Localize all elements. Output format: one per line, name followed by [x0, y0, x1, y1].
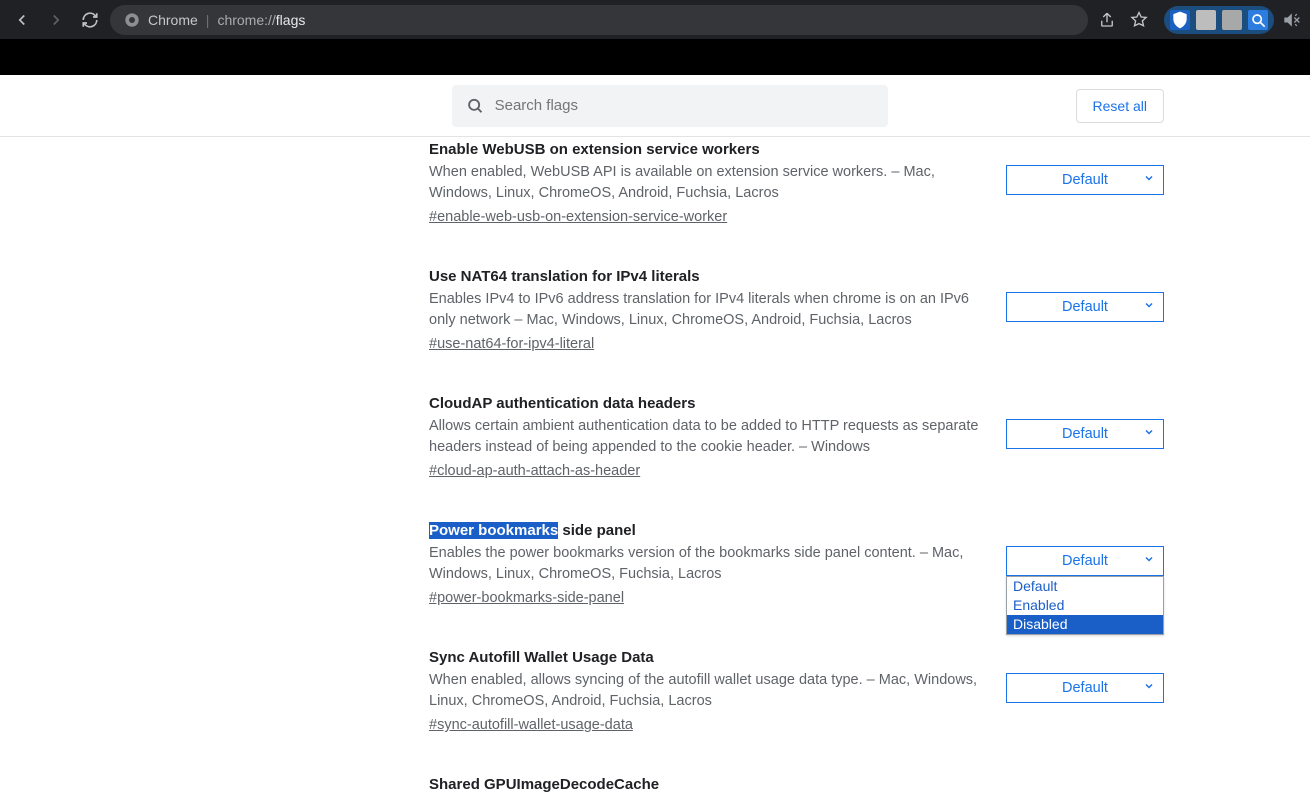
- flag-title: Enable WebUSB on extension service worke…: [429, 141, 989, 158]
- flag-description: Enables IPv4 to IPv6 address translation…: [429, 289, 989, 331]
- bookmark-star-icon[interactable]: [1126, 7, 1152, 33]
- dropdown-option[interactable]: Enabled: [1007, 596, 1163, 615]
- flags-header: Reset all: [0, 75, 1310, 137]
- flag-select-wrap: Default: [1006, 419, 1164, 449]
- chevron-down-icon: [1143, 426, 1155, 442]
- flag-info: Use NAT64 translation for IPv4 literals E…: [429, 268, 989, 353]
- flag-description: When enabled, WebUSB API is available on…: [429, 162, 989, 204]
- extension-icon-4[interactable]: [1248, 10, 1268, 30]
- extensions-area: [1164, 6, 1302, 34]
- tab-strip: [0, 39, 1310, 75]
- flag-row: Shared GPUImageDecodeCacheEnables shared…: [146, 776, 1164, 800]
- extension-icon-3[interactable]: [1222, 10, 1242, 30]
- share-icon[interactable]: [1094, 7, 1120, 33]
- flag-row: Use NAT64 translation for IPv4 literals E…: [146, 268, 1164, 353]
- flag-select-wrap: Default: [1006, 673, 1164, 703]
- mute-icon[interactable]: [1280, 9, 1302, 31]
- flag-title: Sync Autofill Wallet Usage Data: [429, 649, 989, 666]
- separator: |: [206, 12, 210, 28]
- flag-select[interactable]: Default: [1006, 292, 1164, 322]
- extensions-group: [1164, 6, 1274, 34]
- flag-select-wrap: Default: [1006, 165, 1164, 195]
- address-bar[interactable]: Chrome | chrome://flags: [110, 5, 1088, 35]
- extension-icon-2[interactable]: [1196, 10, 1216, 30]
- flag-info: Shared GPUImageDecodeCacheEnables shared…: [429, 776, 989, 800]
- chevron-down-icon: [1143, 172, 1155, 188]
- site-label: Chrome: [148, 12, 198, 28]
- reload-button[interactable]: [76, 6, 104, 34]
- flag-title: Power bookmarks side panel: [429, 522, 989, 539]
- flag-select[interactable]: Default: [1006, 546, 1164, 576]
- flag-title: CloudAP authentication data headers: [429, 395, 989, 412]
- forward-button[interactable]: [42, 6, 70, 34]
- flag-select-dropdown[interactable]: DefaultEnabledDisabled: [1006, 576, 1164, 635]
- flag-anchor-link[interactable]: #enable-web-usb-on-extension-service-wor…: [429, 209, 727, 225]
- chevron-down-icon: [1143, 299, 1155, 315]
- flag-row: Power bookmarks side panel Enables the po…: [146, 522, 1164, 607]
- flag-anchor-link[interactable]: #sync-autofill-wallet-usage-data: [429, 717, 633, 733]
- flag-info: CloudAP authentication data headers Allow…: [429, 395, 989, 480]
- search-highlight: Power bookmarks: [429, 522, 558, 539]
- chrome-icon: [124, 12, 140, 28]
- dropdown-option[interactable]: Disabled: [1007, 615, 1163, 634]
- flag-row: CloudAP authentication data headers Allow…: [146, 395, 1164, 480]
- flag-anchor-link[interactable]: #power-bookmarks-side-panel: [429, 590, 624, 606]
- flag-select[interactable]: Default: [1006, 673, 1164, 703]
- search-icon: [466, 96, 485, 116]
- flag-row: Enable WebUSB on extension service worke…: [146, 141, 1164, 226]
- flag-info: Sync Autofill Wallet Usage Data When enab…: [429, 649, 989, 734]
- flag-description: Enables the power bookmarks version of t…: [429, 543, 989, 585]
- reset-all-button[interactable]: Reset all: [1076, 89, 1164, 123]
- back-button[interactable]: [8, 6, 36, 34]
- dropdown-option[interactable]: Default: [1007, 577, 1163, 596]
- flag-description: When enabled, allows syncing of the auto…: [429, 670, 989, 712]
- flag-title: Use NAT64 translation for IPv4 literals: [429, 268, 989, 285]
- flag-select-value: Default: [1062, 426, 1108, 442]
- flag-info: Power bookmarks side panel Enables the po…: [429, 522, 989, 607]
- flag-select-value: Default: [1062, 172, 1108, 188]
- flag-row: Sync Autofill Wallet Usage Data When enab…: [146, 649, 1164, 734]
- flag-select-wrap: DefaultDefaultEnabledDisabled: [1006, 546, 1164, 576]
- search-flags-box[interactable]: [452, 85, 888, 127]
- flag-info: Enable WebUSB on extension service worke…: [429, 141, 989, 226]
- flags-list[interactable]: Enable WebUSB on extension service worke…: [0, 137, 1310, 800]
- flag-select-value: Default: [1062, 680, 1108, 696]
- flag-anchor-link[interactable]: #use-nat64-for-ipv4-literal: [429, 336, 594, 352]
- url-text: chrome://flags: [217, 12, 305, 28]
- flag-select[interactable]: Default: [1006, 165, 1164, 195]
- search-input[interactable]: [495, 97, 874, 114]
- flag-anchor-link[interactable]: #cloud-ap-auth-attach-as-header: [429, 463, 640, 479]
- flag-select[interactable]: Default: [1006, 419, 1164, 449]
- chevron-down-icon: [1143, 680, 1155, 696]
- extension-bitwarden-icon[interactable]: [1170, 10, 1190, 30]
- browser-toolbar: Chrome | chrome://flags: [0, 0, 1310, 39]
- flag-select-value: Default: [1062, 553, 1108, 569]
- flag-select-wrap: Default: [1006, 292, 1164, 322]
- flag-title: Shared GPUImageDecodeCache: [429, 776, 989, 793]
- flag-select-value: Default: [1062, 299, 1108, 315]
- chevron-down-icon: [1143, 553, 1155, 569]
- flag-description: Allows certain ambient authentication da…: [429, 416, 989, 458]
